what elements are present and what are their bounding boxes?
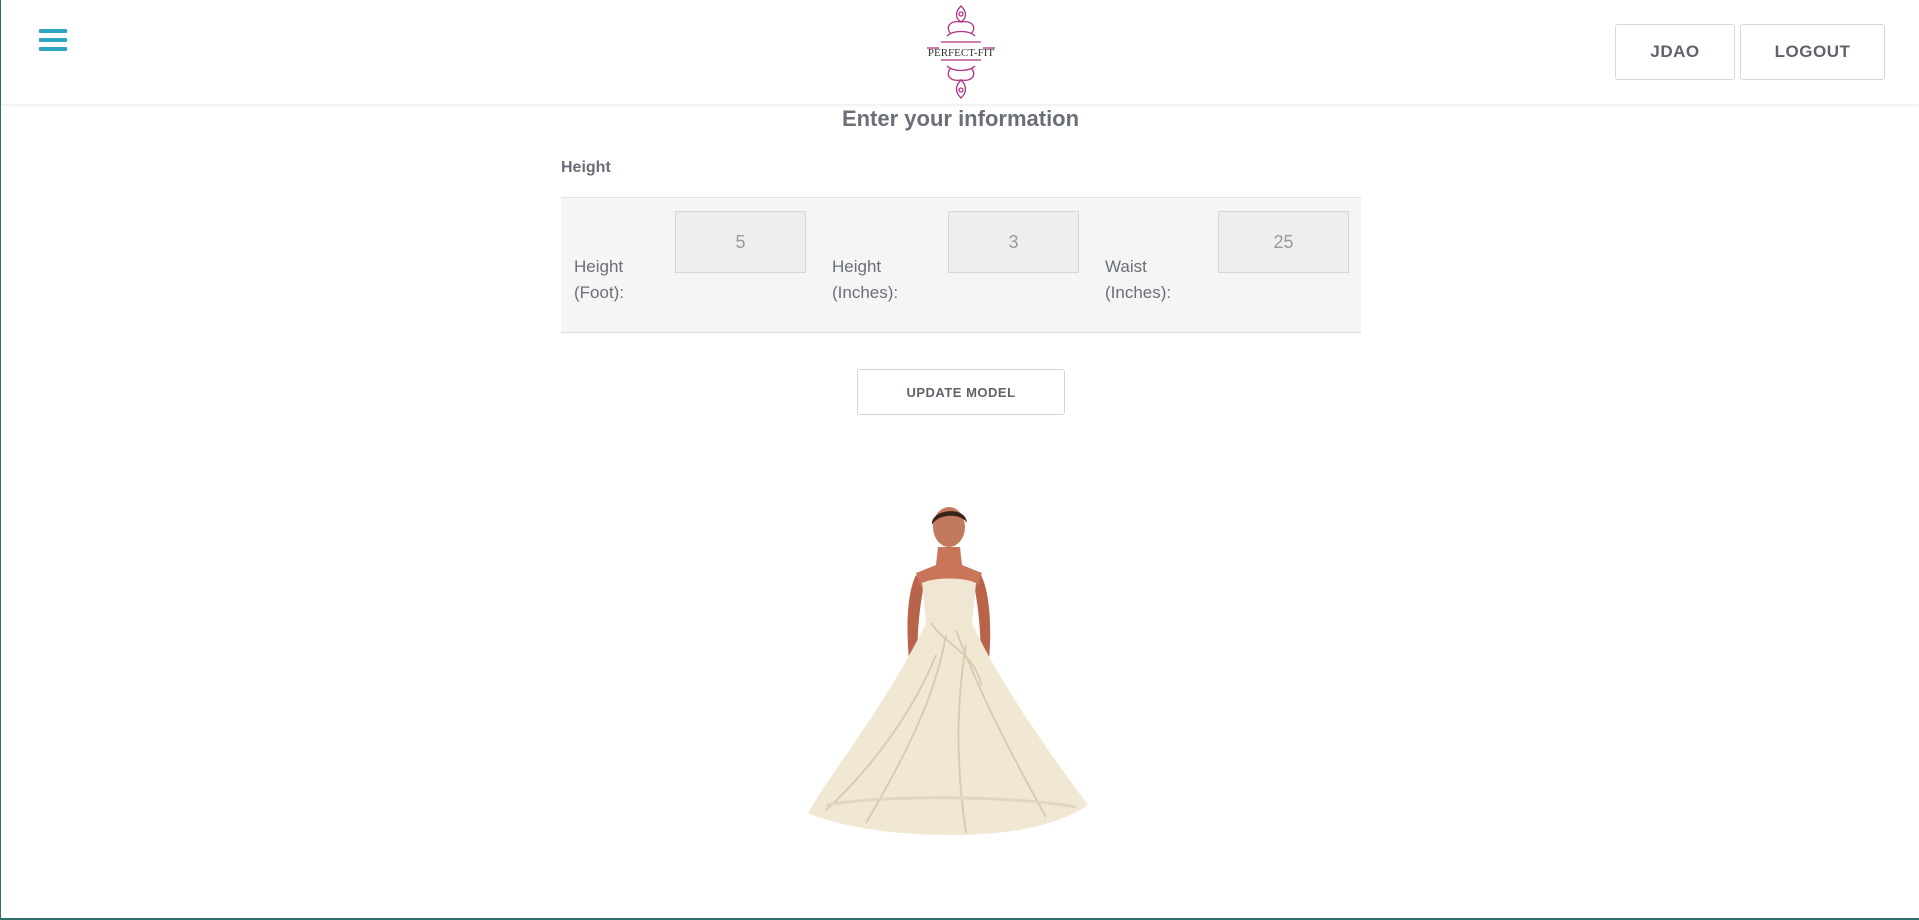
height-inches-label: Height (Inches):: [832, 254, 922, 306]
update-model-button[interactable]: UPDATE MODEL: [857, 369, 1065, 415]
logo-text: PERFECT-FIT: [928, 47, 995, 59]
hamburger-menu-icon[interactable]: [39, 29, 67, 55]
waist-inches-input[interactable]: [1218, 211, 1349, 273]
top-header: PERFECT-FIT JDAO LOGOUT: [1, 0, 1919, 105]
page-title: Enter your information: [841, 106, 1080, 131]
height-foot-label: Height (Foot):: [574, 254, 664, 306]
dress-model-image: [808, 507, 1088, 835]
perfect-fit-logo[interactable]: PERFECT-FIT: [919, 2, 1003, 102]
measurements-panel: Height (Foot): Height (Inches): Waist (I…: [561, 197, 1361, 333]
waist-inches-label-line2: (Inches):: [1105, 283, 1172, 302]
height-inches-label-line1: Height: [832, 257, 882, 276]
height-inches-input[interactable]: [948, 211, 1079, 273]
waist-inches-label: Waist (Inches):: [1105, 254, 1195, 306]
section-label-height: Height: [561, 159, 611, 176]
waist-inches-label-line1: Waist: [1105, 257, 1147, 276]
height-foot-label-line1: Height: [574, 257, 624, 276]
user-button[interactable]: JDAO: [1615, 24, 1735, 80]
height-inches-label-line2: (Inches):: [832, 283, 899, 302]
logout-button[interactable]: LOGOUT: [1740, 24, 1885, 80]
height-foot-input[interactable]: [675, 211, 806, 273]
height-foot-label-line2: (Foot):: [574, 283, 625, 302]
